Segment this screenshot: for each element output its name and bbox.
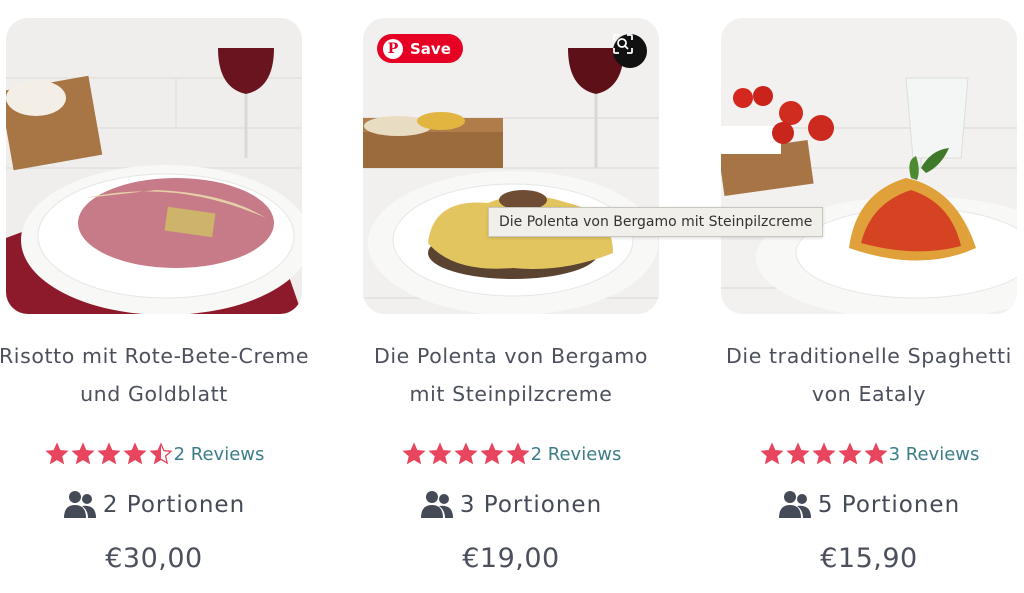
star-full-icon bbox=[812, 442, 836, 465]
portions-info: 5 Portionen bbox=[721, 488, 1017, 522]
reviews-link[interactable]: 2 Reviews bbox=[531, 444, 622, 465]
price: €15,90 bbox=[820, 543, 918, 574]
recipe-card-risotto[interactable]: Risotto mit Rote-Bete-Creme und Goldblat… bbox=[0, 18, 308, 574]
star-full-icon bbox=[864, 442, 888, 465]
star-rating bbox=[401, 442, 531, 466]
star-full-icon bbox=[402, 442, 426, 465]
star-rating bbox=[44, 442, 174, 466]
price: €30,00 bbox=[105, 543, 203, 574]
users-icon bbox=[778, 491, 811, 518]
star-full-icon bbox=[428, 442, 452, 465]
star-rating bbox=[759, 442, 889, 466]
star-full-icon bbox=[454, 442, 478, 465]
rating-row: 3 Reviews bbox=[721, 439, 1017, 469]
recipe-card-polenta[interactable]: P Save Die Polenta von Bergamo mit Stein… bbox=[363, 18, 659, 574]
star-full-icon bbox=[71, 442, 95, 465]
star-full-icon bbox=[45, 442, 69, 465]
users-icon bbox=[63, 491, 96, 518]
star-full-icon bbox=[760, 442, 784, 465]
rating-row: 2 Reviews bbox=[363, 439, 659, 469]
reviews-link[interactable]: 2 Reviews bbox=[174, 444, 265, 465]
recipe-image-spaghetti[interactable] bbox=[721, 18, 1017, 314]
recipe-title[interactable]: Die traditionelle Spaghetti von Eataly bbox=[681, 337, 1024, 413]
recipe-image-polenta[interactable]: P Save bbox=[363, 18, 659, 314]
portions-label: 2 Portionen bbox=[102, 492, 246, 518]
image-tooltip: Die Polenta von Bergamo mit Steinpilzcre… bbox=[488, 207, 824, 237]
recipe-title[interactable]: Die Polenta von Bergamo mit Steinpilzcre… bbox=[323, 337, 699, 413]
star-full-icon bbox=[123, 442, 147, 465]
star-full-icon bbox=[786, 442, 810, 465]
users-icon bbox=[420, 491, 453, 518]
star-full-icon bbox=[480, 442, 504, 465]
portions-info: 3 Portionen bbox=[363, 488, 659, 522]
pinterest-icon: P bbox=[383, 38, 403, 59]
reviews-link[interactable]: 3 Reviews bbox=[889, 444, 980, 465]
visual-search-button[interactable] bbox=[613, 34, 647, 68]
price: €19,00 bbox=[462, 543, 560, 574]
star-half-icon bbox=[149, 442, 173, 465]
star-full-icon bbox=[506, 442, 530, 465]
rating-row: 2 Reviews bbox=[6, 439, 302, 469]
recipe-card-spaghetti[interactable]: Die traditionelle Spaghetti von Eataly 3… bbox=[721, 18, 1017, 574]
star-full-icon bbox=[838, 442, 862, 465]
recipe-image-risotto[interactable] bbox=[6, 18, 302, 314]
save-label: Save bbox=[410, 39, 451, 58]
star-full-icon bbox=[97, 442, 121, 465]
visual-search-icon bbox=[613, 34, 633, 54]
pinterest-save-button[interactable]: P Save bbox=[377, 34, 463, 63]
portions-info: 2 Portionen bbox=[6, 488, 302, 522]
portions-label: 5 Portionen bbox=[817, 492, 961, 518]
recipe-title[interactable]: Risotto mit Rote-Bete-Creme und Goldblat… bbox=[0, 337, 342, 413]
portions-label: 3 Portionen bbox=[459, 492, 603, 518]
